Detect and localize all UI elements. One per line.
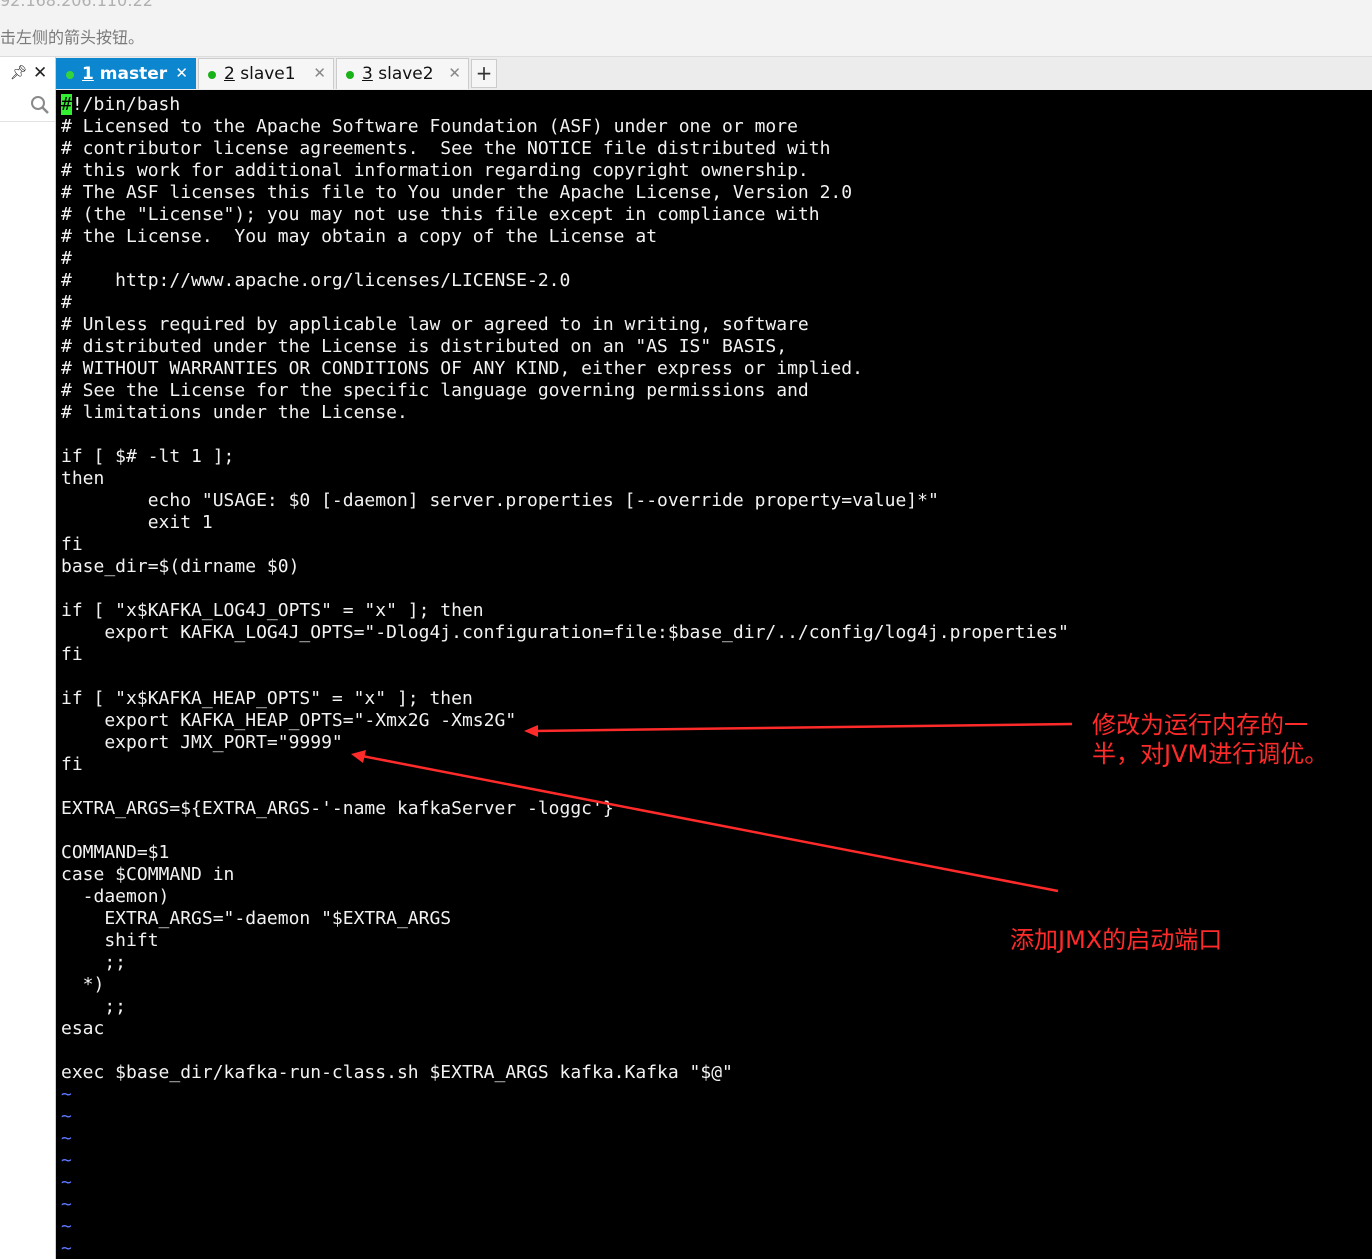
jmx-arrow-line bbox=[361, 754, 1059, 893]
jmx-arrowhead-icon bbox=[351, 750, 366, 763]
heap-arrowhead-icon bbox=[524, 725, 538, 737]
annotation-layer bbox=[351, 722, 1073, 893]
jmx-annotation: 添加JMX的启动端口 bbox=[1010, 926, 1223, 954]
heap-annotation-line1: 修改为运行内存的一 bbox=[1092, 711, 1308, 739]
heap-annotation: 修改为运行内存的一 半，对JVM进行调优。 bbox=[1092, 711, 1328, 769]
heap-arrow-line bbox=[533, 722, 1073, 733]
heap-annotation-line2: 半，对JVM进行调优。 bbox=[1092, 740, 1329, 768]
